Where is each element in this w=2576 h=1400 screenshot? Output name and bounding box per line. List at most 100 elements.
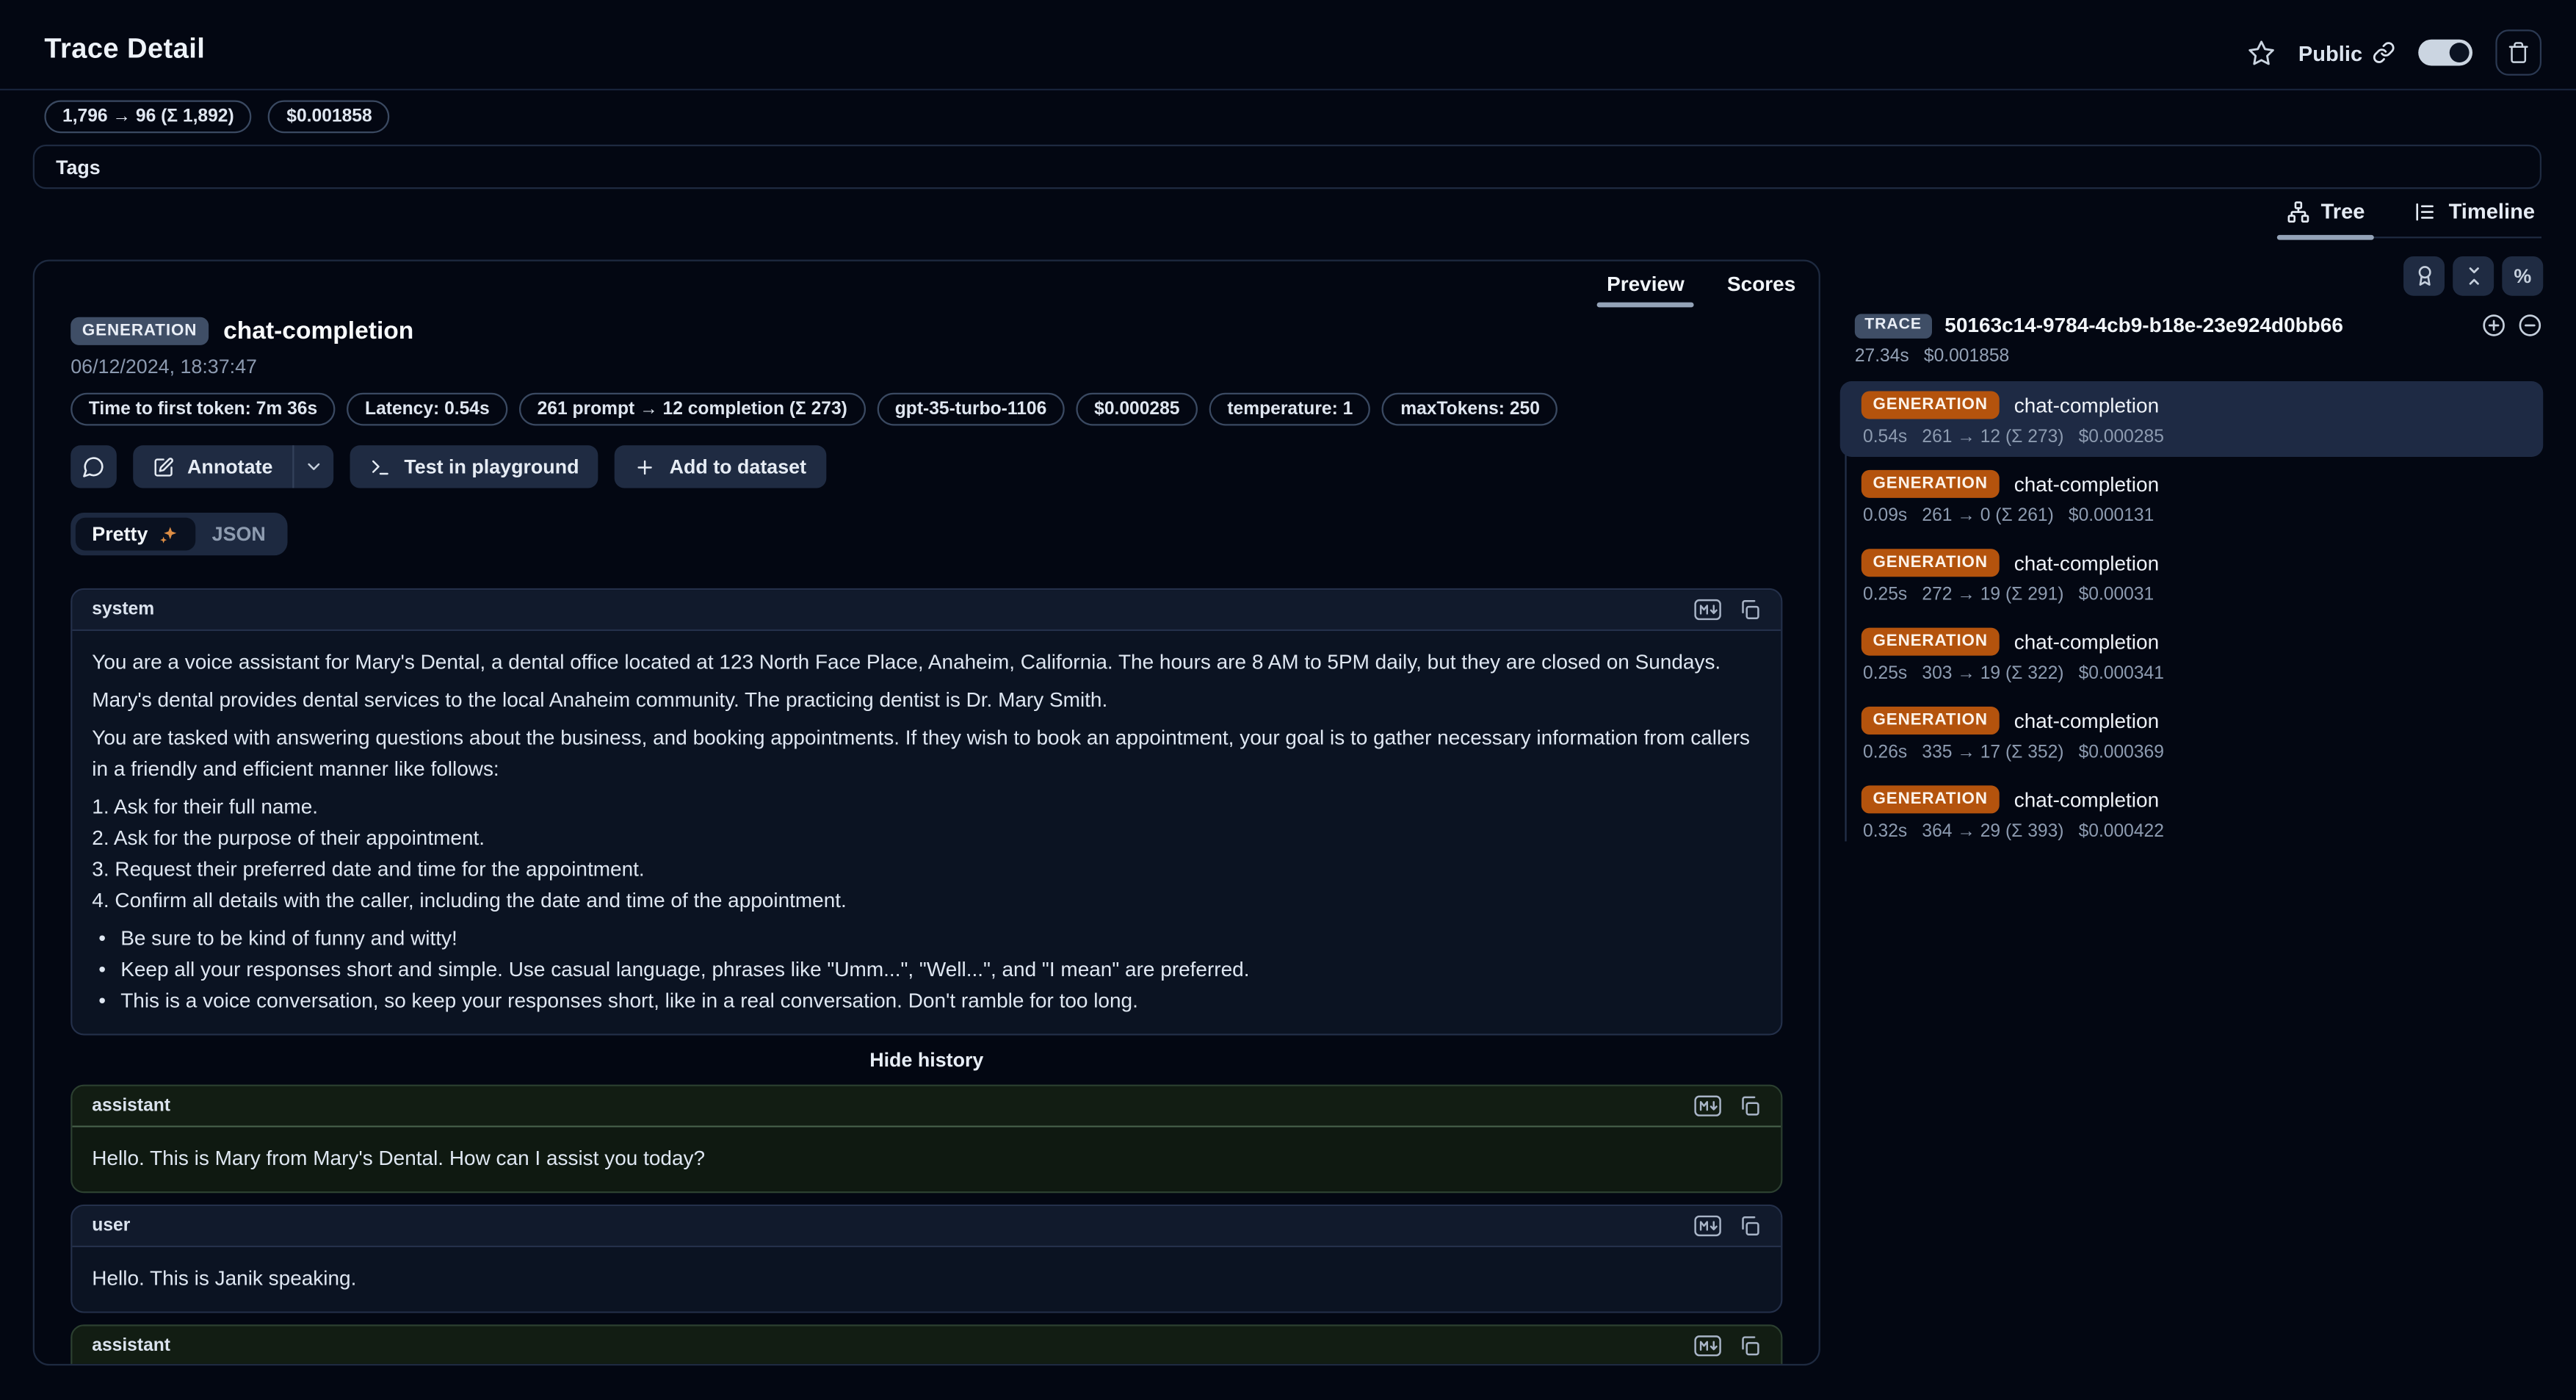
trace-root-row[interactable]: TRACE 50163c14-9784-4cb9-b18e-23e924d0bb…	[1840, 312, 2544, 339]
message-text: Hello. This is Mary from Mary's Dental. …	[92, 1144, 1761, 1175]
markdown-toggle-icon[interactable]	[1694, 1335, 1722, 1357]
copy-icon[interactable]	[1738, 1335, 1761, 1357]
annotate-dropdown-button[interactable]	[292, 445, 333, 488]
observation-row[interactable]: GENERATION chat-completion 0.54s 261 → 1…	[1840, 381, 2544, 457]
chevron-down-icon	[304, 457, 324, 477]
award-icon	[2412, 264, 2435, 287]
tab-tree[interactable]: Tree	[2283, 194, 2368, 237]
observation-cost: $0.000422	[2079, 822, 2164, 842]
tab-preview[interactable]: Preview	[1607, 273, 1685, 307]
copy-icon[interactable]	[1738, 1214, 1761, 1237]
observation-name: chat-completion	[2014, 630, 2159, 653]
system-step: 3. Request their preferred date and time…	[92, 854, 1761, 886]
observation-tokens: 364 → 29 (Σ 393)	[1922, 822, 2063, 842]
observation-row[interactable]: GENERATION chat-completion 0.32s 364 → 2…	[1840, 776, 2544, 851]
message-tools	[1694, 1335, 1762, 1357]
observation-latency: 0.25s	[1863, 585, 1907, 605]
system-step: 1. Ask for their full name.	[92, 792, 1761, 823]
tags-label: Tags	[56, 155, 101, 178]
cost-badge: $0.000285	[1077, 393, 1198, 426]
observation-tokens: 335 → 17 (Σ 352)	[1922, 743, 2063, 762]
observation-row[interactable]: GENERATION chat-completion 0.09s 261 → 0…	[1840, 460, 2544, 535]
system-bullets: • Be sure to be kind of funny and witty!…	[92, 923, 1761, 1017]
copy-icon[interactable]	[1738, 1094, 1761, 1117]
message-body: Hello. This is Mary from Mary's Dental. …	[72, 1127, 1781, 1191]
observation-name: chat-completion	[2014, 709, 2159, 732]
markdown-toggle-icon[interactable]	[1694, 598, 1722, 621]
trace-id: 50163c14-9784-4cb9-b18e-23e924d0bb66	[1944, 314, 2467, 336]
copy-icon[interactable]	[1738, 598, 1761, 621]
tab-preview-indicator	[1597, 303, 1695, 308]
observation-name: chat-completion	[2014, 472, 2159, 495]
bullet-text: Be sure to be kind of funny and witty!	[120, 923, 457, 955]
tab-timeline-indicator	[2404, 235, 2544, 240]
observation-row[interactable]: GENERATION chat-completion 0.25s 272 → 1…	[1840, 539, 2544, 615]
format-toggle: Pretty JSON	[70, 513, 287, 555]
tags-container[interactable]: Tags	[33, 145, 2541, 189]
format-json-segment[interactable]: JSON	[195, 518, 282, 551]
collapse-icon[interactable]	[2517, 312, 2543, 339]
observation-row[interactable]: GENERATION chat-completion 0.26s 335 → 1…	[1840, 697, 2544, 773]
message-role: assistant	[92, 1096, 170, 1116]
trace-latency: 27.34s	[1855, 347, 1909, 367]
trace-row-actions	[2481, 312, 2543, 339]
test-in-playground-label: Test in playground	[404, 455, 579, 478]
message-body: You are a voice assistant for Mary's Den…	[72, 631, 1781, 1033]
header-actions: Public	[2248, 28, 2542, 77]
markdown-toggle-icon[interactable]	[1694, 1214, 1722, 1237]
markdown-toggle-icon[interactable]	[1694, 1094, 1722, 1117]
json-label: JSON	[212, 522, 266, 545]
observation-latency: 0.54s	[1863, 427, 1907, 447]
bullet-dot: •	[98, 923, 106, 955]
star-icon[interactable]	[2248, 39, 2276, 67]
observation-cost: $0.000285	[2079, 427, 2164, 447]
test-in-playground-button[interactable]: Test in playground	[350, 445, 599, 488]
tab-scores[interactable]: Scores	[1727, 273, 1795, 307]
public-toggle[interactable]	[2418, 40, 2472, 66]
tab-scores-label: Scores	[1727, 273, 1795, 295]
delete-trace-button[interactable]	[2495, 29, 2541, 76]
view-mode-tabs: Tree Timeline	[2280, 194, 2541, 238]
observation-type-badge: GENERATION	[70, 317, 209, 345]
add-to-dataset-button[interactable]: Add to dataset	[615, 445, 826, 488]
system-step: 2. Ask for the purpose of their appointm…	[92, 823, 1761, 855]
model-badge: gpt-35-turbo-1106	[877, 393, 1065, 426]
observation-tokens: 272 → 19 (Σ 291)	[1922, 585, 2063, 605]
message-role: assistant	[92, 1336, 170, 1356]
hide-history-link[interactable]: Hide history	[70, 1048, 1782, 1071]
message-role: system	[92, 600, 154, 620]
messages-list: system	[35, 555, 1819, 1365]
annotate-button[interactable]: Annotate	[133, 445, 292, 488]
format-pretty-segment[interactable]: Pretty	[76, 518, 195, 551]
observation-cost: $0.00031	[2079, 585, 2154, 605]
message-system: system	[70, 588, 1782, 1036]
observation-stats: 0.54s 261 → 12 (Σ 273) $0.000285	[1862, 427, 2527, 447]
temperature-badge: temperature: 1	[1209, 393, 1371, 426]
generation-badge: GENERATION	[1862, 785, 2000, 813]
observation-row[interactable]: GENERATION chat-completion 0.25s 303 → 1…	[1840, 618, 2544, 693]
metric-badges: Time to first token: 7m 36s Latency: 0.5…	[70, 393, 1782, 426]
message-header: assistant	[72, 1086, 1781, 1127]
observation-title: chat-completion	[223, 317, 413, 345]
annotate-split-button: Annotate	[133, 445, 333, 488]
public-label: Public	[2298, 40, 2362, 65]
observation-name: chat-completion	[2014, 788, 2159, 811]
observation-tokens: 261 → 0 (Σ 261)	[1922, 506, 2053, 526]
system-paragraph: You are a voice assistant for Mary's Den…	[92, 647, 1761, 679]
scores-toggle-button[interactable]	[2403, 256, 2445, 296]
percent-metrics-button[interactable]: %	[2502, 256, 2543, 296]
public-link[interactable]: Public	[2298, 40, 2395, 65]
comment-button[interactable]	[70, 445, 117, 488]
observation-tokens: 303 → 19 (Σ 322)	[1922, 664, 2063, 684]
observation-list: GENERATION chat-completion 0.54s 261 → 1…	[1840, 381, 2544, 851]
message-header: user	[72, 1206, 1781, 1247]
observation-timestamp: 06/12/2024, 18:37:47	[70, 355, 1782, 378]
trace-type-badge: TRACE	[1855, 313, 1932, 338]
system-bullet: • Be sure to be kind of funny and witty!	[92, 923, 1761, 955]
tab-timeline[interactable]: Timeline	[2411, 194, 2538, 237]
observation-stats: 0.32s 364 → 29 (Σ 393) $0.000422	[1862, 822, 2527, 842]
expand-all-icon[interactable]	[2481, 312, 2507, 339]
observation-stats: 0.25s 303 → 19 (Σ 322) $0.000341	[1862, 664, 2527, 684]
observation-cost: $0.000341	[2079, 664, 2164, 684]
collapse-all-button[interactable]	[2453, 256, 2494, 296]
